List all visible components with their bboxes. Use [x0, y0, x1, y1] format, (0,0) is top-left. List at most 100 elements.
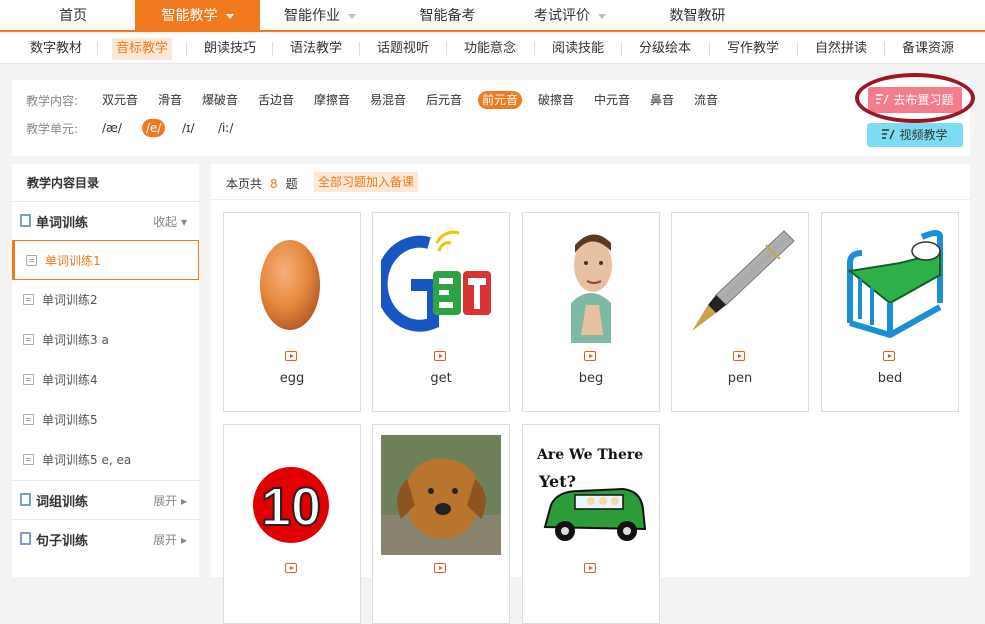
content-option[interactable]: 爆破音 — [198, 91, 242, 109]
video-play-icon[interactable] — [733, 351, 745, 361]
video-play-icon[interactable] — [584, 563, 596, 573]
nav-teaching-research[interactable]: 数智教研 — [660, 0, 735, 30]
nav-smart-homework[interactable]: 智能作业 — [270, 0, 370, 30]
subnav-natural-phonics[interactable]: 自然拼读 — [811, 38, 871, 60]
exercise-card-ten[interactable]: 10 — [223, 424, 361, 624]
group-word-training[interactable]: 单词训练 收起 ▾ — [12, 201, 199, 239]
nav-home[interactable]: 首页 — [48, 0, 98, 30]
card-word: beg — [578, 371, 604, 386]
divider — [446, 42, 447, 56]
subnav-reading-skills[interactable]: 阅读技能 — [548, 38, 608, 60]
content-option[interactable]: 鼻音 — [646, 91, 678, 109]
subnav-grammar[interactable]: 语法教学 — [286, 38, 346, 60]
bed-image — [847, 230, 943, 339]
subnav-topic-audiovisual[interactable]: 话题视听 — [373, 38, 433, 60]
count-number: 8 — [270, 177, 278, 191]
content-option[interactable]: 中元音 — [590, 91, 634, 109]
sidebar-item-label: 单词训练1 — [45, 254, 101, 268]
numeral-text: 10 — [261, 477, 321, 537]
sidebar-item-word-training-3[interactable]: 单词训练3 a — [12, 320, 199, 360]
unit-option[interactable]: /æ/ — [98, 119, 126, 137]
sidebar-item-label: 单词训练5 e, ea — [42, 453, 132, 467]
sidebar-item-word-training-2[interactable]: 单词训练2 — [12, 280, 199, 320]
card-word: get — [430, 371, 452, 386]
content-option-selected[interactable]: 前元音 — [478, 91, 523, 109]
content-option[interactable]: 舌边音 — [254, 91, 298, 109]
collapse-toggle[interactable]: 收起 ▾ — [153, 213, 187, 230]
content-option[interactable]: 后元音 — [422, 91, 466, 109]
sidebar-item-word-training-5-e-ea[interactable]: 单词训练5 e, ea — [12, 440, 199, 480]
card-word: egg — [279, 371, 305, 386]
count-prefix: 本页共 — [226, 177, 263, 191]
video-play-icon[interactable] — [434, 351, 446, 361]
subnav-phonetics-teaching[interactable]: 音标教学 — [112, 38, 173, 60]
exercise-card-wet-dog[interactable] — [372, 424, 510, 624]
divider — [97, 42, 98, 56]
document-icon — [23, 454, 34, 465]
group-phrase-training[interactable]: 词组训练 展开 ▸ — [12, 480, 199, 518]
nav-smart-exam-prep[interactable]: 智能备考 — [410, 0, 485, 30]
unit-option-selected[interactable]: /e/ — [142, 119, 166, 137]
get-logo-image — [381, 230, 491, 332]
exercise-card-bed[interactable]: bed — [821, 212, 959, 412]
document-icon — [26, 255, 37, 266]
expand-toggle[interactable]: 展开 ▸ — [153, 531, 187, 548]
sidebar-item-word-training-5[interactable]: 单词训练5 — [12, 400, 199, 440]
sidebar-item-label: 单词训练4 — [42, 373, 98, 387]
content-option[interactable]: 破擦音 — [534, 91, 578, 109]
subnav-lesson-resources[interactable]: 备课资源 — [898, 38, 958, 60]
video-play-icon[interactable] — [434, 563, 446, 573]
exercise-card-beg[interactable]: beg — [522, 212, 660, 412]
video-teaching-label: 视频教学 — [899, 128, 948, 142]
divider — [359, 42, 360, 56]
exercise-card-pen[interactable]: pen — [671, 212, 809, 412]
expand-toggle-label: 展开 — [153, 494, 178, 508]
content-option[interactable]: 易混音 — [366, 91, 410, 109]
divider — [621, 42, 622, 56]
nav-exam-evaluation[interactable]: 考试评价 — [525, 0, 615, 30]
number-ten-image: 10 — [253, 467, 329, 543]
video-play-icon[interactable] — [883, 351, 895, 361]
content-option[interactable]: 滑音 — [154, 91, 186, 109]
subnav-function-notion[interactable]: 功能意念 — [460, 38, 520, 60]
begging-man-image — [571, 234, 612, 343]
add-all-to-lesson-button[interactable]: 全部习题加入备课 — [314, 172, 419, 192]
content-option[interactable]: 流音 — [690, 91, 722, 109]
nav-smart-teaching[interactable]: 智能教学 — [135, 0, 260, 30]
sidebar-item-word-training-1[interactable]: 单词训练1 — [12, 240, 199, 280]
video-play-icon[interactable] — [584, 351, 596, 361]
collapse-toggle-label: 收起 — [153, 215, 178, 229]
subnav-digital-textbook[interactable]: 数字教材 — [26, 38, 86, 60]
divider — [272, 42, 273, 56]
unit-option[interactable]: /iː/ — [214, 119, 237, 137]
exercise-card-car[interactable]: Are We There Yet? — [522, 424, 660, 624]
content-filter-label: 教学内容: — [26, 94, 79, 108]
unit-option[interactable]: /ɪ/ — [178, 119, 199, 137]
unit-filter-label: 教学单元: — [26, 122, 79, 136]
subnav-writing[interactable]: 写作教学 — [723, 38, 783, 60]
sidebar-item-word-training-4[interactable]: 单词训练4 — [12, 360, 199, 400]
sidebar-item-label: 单词训练3 a — [42, 333, 109, 347]
group-phrase-training-label: 词组训练 — [36, 495, 89, 510]
content-option[interactable]: 双元音 — [98, 91, 142, 109]
exercise-card-egg[interactable]: egg — [223, 212, 361, 412]
video-play-icon[interactable] — [285, 351, 297, 361]
group-word-training-label: 单词训练 — [36, 216, 89, 231]
exercise-card-get[interactable]: get — [372, 212, 510, 412]
sidebar-item-label: 单词训练2 — [42, 293, 98, 307]
subnav-graded-picture-books[interactable]: 分级绘本 — [635, 38, 695, 60]
divider — [186, 42, 187, 56]
video-play-icon[interactable] — [285, 563, 297, 573]
group-sentence-training[interactable]: 句子训练 展开 ▸ — [12, 519, 199, 557]
nav-smart-homework-label: 智能作业 — [284, 8, 340, 24]
expand-toggle[interactable]: 展开 ▸ — [153, 492, 187, 509]
video-teaching-button[interactable]: 视频教学 — [867, 123, 963, 147]
content-option[interactable]: 摩擦音 — [310, 91, 354, 109]
egg-image — [260, 240, 320, 330]
nav-home-label: 首页 — [59, 8, 87, 24]
expand-toggle-label: 展开 — [153, 533, 178, 547]
chevron-down-icon — [598, 13, 606, 19]
caption-line1: Are We There — [536, 447, 643, 463]
group-sentence-training-label: 句子训练 — [36, 534, 89, 549]
subnav-reading-aloud[interactable]: 朗读技巧 — [200, 38, 260, 60]
